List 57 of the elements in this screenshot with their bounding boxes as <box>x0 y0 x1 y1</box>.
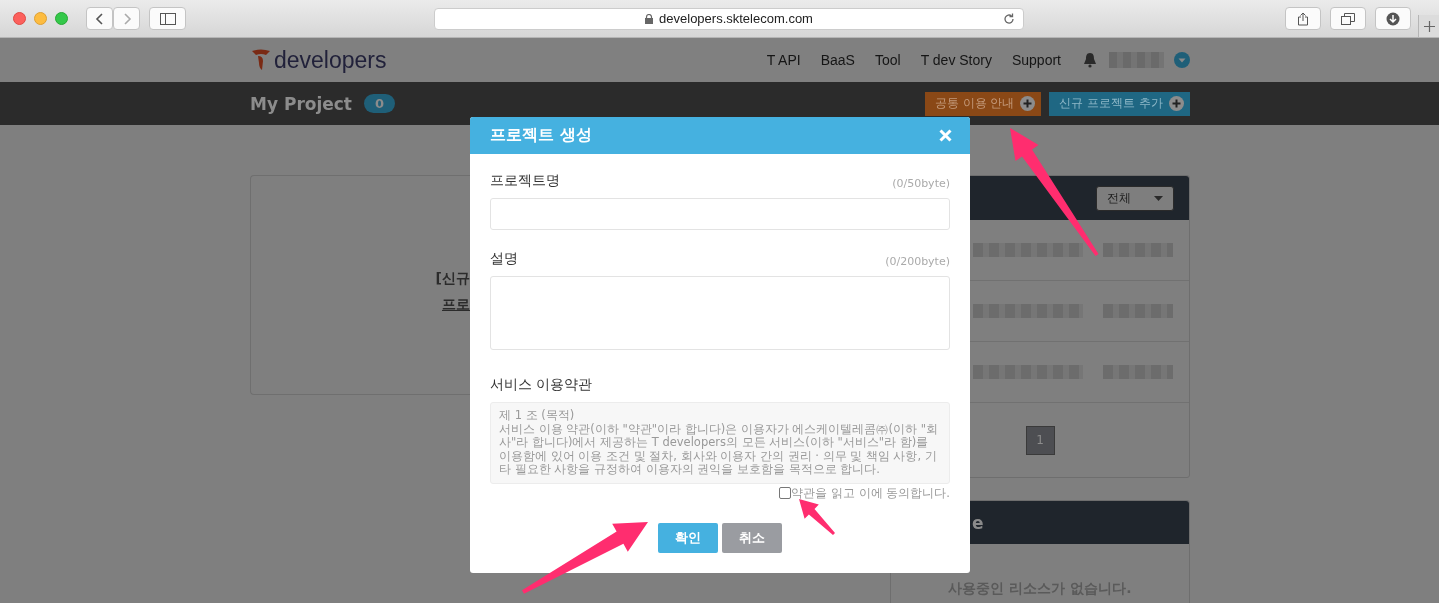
tabs-button[interactable] <box>1330 7 1366 30</box>
nav-link[interactable]: Tool <box>874 52 901 68</box>
byte-counter: (0/50byte) <box>892 177 950 190</box>
close-icon[interactable] <box>939 129 952 142</box>
forward-chevron-icon <box>121 11 132 26</box>
agree-checkbox[interactable] <box>779 487 792 499</box>
download-icon <box>1386 11 1400 26</box>
caret-icon <box>1154 195 1163 201</box>
sidebar-button[interactable] <box>149 7 186 30</box>
close-window-button[interactable] <box>13 12 26 25</box>
terms-paragraph: 서비스 이용 약관(이하 "약관"이라 합니다)은 이용자가 에스케이텔레콤㈜(이하 "회사"라 합니다)에서 제공하는 T developers의 모든 서비스(이하 "서비스"라 함)를 이용함에 있어 이용 조건 및 절차, 회사와 이용자 간의 권리 · 의무 및 책임 사항, 기타 필요한 사항을 규정하여 이용자의 권익을 보호함을 목적으로 합니다. <box>499 422 939 477</box>
nav-link[interactable]: T dev Story <box>920 52 992 68</box>
header-action-button[interactable]: 신규 프로젝트 추가 <box>1049 91 1190 116</box>
minimize-window-button[interactable] <box>34 12 47 25</box>
textarea-field[interactable] <box>490 276 950 350</box>
sidebar-icon <box>159 12 176 25</box>
share-icon <box>1297 11 1309 26</box>
field-label: 설명 <box>490 250 518 268</box>
nav-link[interactable]: Support <box>1011 52 1061 68</box>
new-tab-button[interactable] <box>1418 15 1439 37</box>
back-chevron-icon <box>94 11 105 26</box>
header-action-button[interactable]: 공통 이용 안내 <box>924 91 1042 116</box>
field-label: 프로젝트명 <box>490 172 560 190</box>
reload-icon[interactable] <box>1003 12 1015 25</box>
bell-icon[interactable] <box>1083 52 1097 68</box>
byte-counter: (0/200byte) <box>885 255 950 268</box>
filter-dropdown[interactable]: 전체 <box>1096 185 1174 211</box>
terms-paragraph: 제 1 조 (목적) <box>499 409 576 423</box>
nav-link[interactable]: BaaS <box>820 52 855 68</box>
dialog-button[interactable]: 확인 <box>658 522 718 553</box>
panel-title: e <box>972 512 984 533</box>
share-button[interactable] <box>1285 7 1321 30</box>
back-button[interactable] <box>86 7 113 30</box>
dropdown-caret-icon[interactable] <box>1174 52 1190 68</box>
logo-icon <box>250 48 272 72</box>
plus-circle-icon <box>1169 96 1184 111</box>
annotation-arrow <box>799 499 835 535</box>
plus-icon <box>1423 20 1435 32</box>
dialog-button[interactable]: 취소 <box>722 522 782 553</box>
card-text: [신규 <box>435 270 470 288</box>
dialog-title: 프로젝트 생성 <box>490 125 592 146</box>
address-bar[interactable]: developers.sktelecom.com <box>434 7 1024 30</box>
page-title: My Project <box>250 93 352 114</box>
input-field[interactable] <box>490 198 950 230</box>
lock-icon <box>645 13 654 24</box>
field-label: 서비스 이용약관 <box>490 376 593 394</box>
project-count-badge: 0 <box>364 94 396 113</box>
plus-circle-icon <box>1020 96 1036 111</box>
nav-link[interactable]: T API <box>766 52 801 68</box>
tabs-icon <box>1341 12 1355 25</box>
downloads-button[interactable] <box>1375 7 1411 30</box>
forward-button[interactable] <box>113 7 140 30</box>
zoom-window-button[interactable] <box>55 12 68 25</box>
card-link[interactable]: 프로 <box>442 296 470 314</box>
agree-label[interactable]: 약관을 읽고 이에 동의합니다. <box>791 485 950 501</box>
logo-text[interactable]: developers <box>274 46 387 74</box>
page-button[interactable]: 1 <box>1025 425 1055 455</box>
